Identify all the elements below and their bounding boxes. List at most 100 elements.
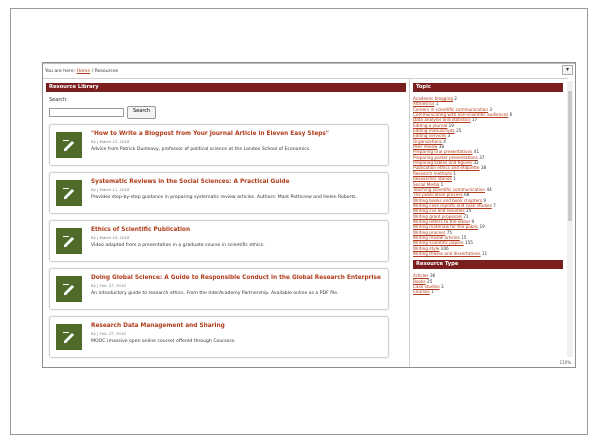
topic-item-link[interactable]: Writing review articles [413,235,460,240]
topic-item: Writing theses and dissertations 11 [413,251,563,256]
topic-item-count: 9 [471,218,475,224]
topic-item-link[interactable]: Researcher stories [413,176,452,181]
topic-item-link[interactable]: Writing style [413,246,439,251]
topic-item-link[interactable]: Writing theses and dissertations [413,251,481,256]
topic-item-link[interactable]: Altmetrics [413,101,434,106]
topic-item-link[interactable]: Research methods [413,171,452,176]
topic-item-link[interactable]: Organizations [413,139,442,144]
topic-item-link[interactable]: The publication process [413,192,463,197]
resource-type-item-count: 3 [440,284,444,289]
topic-item-count: 11 [481,250,488,256]
topic-item-count: 37 [479,154,485,160]
topic-item-link[interactable]: Editing a journal [413,123,447,128]
search-input[interactable] [49,108,124,117]
topic-item-link[interactable]: Social Media [413,182,439,187]
topic-item-count: 3 [489,106,493,112]
topic-item-count: 1 [453,170,456,176]
zoom-level: 110% [559,360,571,365]
pencil-icon [56,324,82,350]
topic-item-count: 6 [509,112,513,118]
topic-item-link[interactable]: Peer review [413,144,437,149]
pencil-icon [56,180,82,206]
breadcrumb-home-link[interactable]: Home [77,69,91,74]
topic-item-link[interactable]: Writing grant proposals [413,214,462,219]
topic-item-link[interactable]: Publication ethics and etiquette [413,165,480,170]
topic-item-count: 19 [479,224,485,230]
resource-type-item-link[interactable]: Books [413,279,426,284]
resource-type-item-count: 1 [431,289,434,295]
resource-date: By | March 11, 2016 [91,187,130,192]
scrollbar-thumb[interactable] [568,91,572,221]
topic-item-link[interactable]: Academic blogging [413,96,453,101]
topic-item-link[interactable]: Editing manuscripts [413,128,455,133]
topic-item-link[interactable]: Teaching scientific communication [413,187,485,192]
topic-item-link[interactable]: Preparing poster presentations [413,155,478,160]
pencil-icon [56,276,82,302]
breadcrumb-prefix: You are here: [45,69,76,74]
column-divider [409,79,410,367]
resource-title-link[interactable]: Ethics of Scientific Publication [91,227,190,233]
search-row: Search [49,106,406,119]
results-list: "How to Write a Blogpost from Your Journ… [49,124,406,358]
resource-type-item-link[interactable]: Articles [413,273,429,278]
breadcrumb: You are here: Home / Resources [45,69,118,74]
topic-item-link[interactable]: Writing scientific papers [413,240,464,245]
topic-item-count: 15 [461,234,467,240]
topic-item-count: 155 [464,240,473,246]
topic-item-link[interactable]: Editing services [413,133,446,138]
search-button[interactable]: Search [127,106,157,119]
chevron-up-icon[interactable]: ▾ [562,65,573,75]
topic-item-count: 19 [448,122,454,128]
resource-description: An introductory guide to research ethics… [91,291,339,296]
topic-item-link[interactable]: Writing cvs and resumes [413,208,465,213]
topic-item-count: 2 [454,96,457,101]
resource-card[interactable]: Ethics of Scientific Publication By | Ma… [49,220,389,262]
topic-item-count: 68 [464,192,470,198]
resource-type-item-link[interactable]: Courses [413,289,430,294]
topic-item-count: 1 [453,176,456,182]
topic-item-count: 25 [466,208,472,214]
resource-description: Video adapted from a presentation in a g… [91,243,265,248]
resource-date: By | March 10, 2016 [91,235,130,240]
resource-card[interactable]: Systematic Reviews in the Social Science… [49,172,389,214]
topic-item-link[interactable]: Writing materials for the public [413,224,478,229]
resource-description: Advice from Patrick Dunleavy, professor … [91,147,311,152]
resource-title-link[interactable]: Research Data Management and Sharing [91,323,225,329]
topic-item-link[interactable]: Writing process [413,230,445,235]
topic-item-link[interactable]: Data analysis and statistics [413,117,471,122]
topic-item-count: 17 [471,117,478,123]
topic-item-link[interactable]: Careers in scientific communication [413,107,488,112]
topic-item-count: 38 [438,144,445,150]
topic-item-count: 3 [447,133,451,139]
topic-item-count: 75 [446,229,453,235]
resource-date: By | Feb. 27, 2016 [91,283,126,288]
resource-date: By | Feb. 27, 2016 [91,331,126,336]
topic-item-link[interactable]: Writing letters to the editor [413,219,470,224]
resource-library-panel: Resource Library Search: Search "How to … [46,83,406,367]
divider [43,78,568,79]
resource-card[interactable]: Research Data Management and Sharing By … [49,316,389,358]
topic-item-link[interactable]: Preparing oral presentations [413,149,472,154]
resource-type-item-link[interactable]: Case studies [413,284,440,289]
topic-item-link[interactable]: Writing books and book chapters [413,198,482,203]
topic-item-count: 1 [440,181,444,187]
topic-item-count: 71 [463,213,469,219]
top-rule [43,63,575,64]
topic-item-count: 44 [486,186,492,192]
vertical-scrollbar[interactable] [567,81,573,357]
topic-item-count: 41 [473,149,480,155]
topic-item-count: 106 [440,245,449,251]
resource-title-link[interactable]: "How to Write a Blogpost from Your Journ… [91,131,329,137]
resource-title-link[interactable]: Doing Global Science: A Guide to Respons… [91,275,381,281]
resource-title-link[interactable]: Systematic Reviews in the Social Science… [91,179,290,185]
resource-card[interactable]: Doing Global Science: A Guide to Respons… [49,268,389,310]
browser-screenshot: ▾ You are here: Home / Resources Resourc… [42,62,576,368]
topic-item-count: 1 [435,101,439,107]
topic-item-link[interactable]: Communicating with non-scientific audien… [413,112,508,117]
topic-item-link[interactable]: Preparing tables and figures [413,160,472,165]
topic-item-count: 9 [483,197,487,203]
topic-item-count: 32 [473,160,479,166]
topic-item-link[interactable]: Writing case reports and case studies [413,203,492,208]
topic-item-count: 4 [443,138,446,144]
resource-card[interactable]: "How to Write a Blogpost from Your Journ… [49,124,389,166]
